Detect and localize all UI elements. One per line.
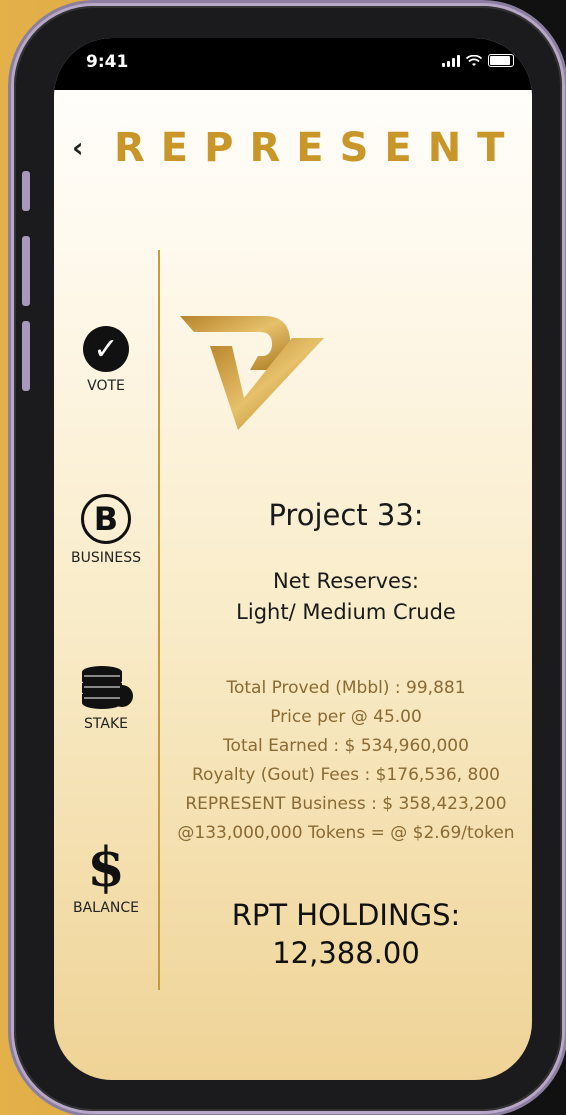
nav-label-business: BUSINESS [71,550,141,566]
coin-stack-icon [82,666,133,709]
nav-item-balance[interactable]: $ BALANCE [54,840,158,916]
check-circle-icon: ✓ [83,326,129,372]
holdings-label: RPT HOLDINGS: [231,898,461,932]
stat-total-proved: Total Proved (Mbbl) : 99,881 [226,678,466,698]
dollar-icon: $ [87,835,125,899]
reserves-label: Net Reserves: [273,569,419,593]
project-title: Project 33: [268,498,424,532]
nav-label-stake: STAKE [84,716,128,732]
b-circle-icon: B [81,494,131,544]
status-icons [442,54,514,67]
nav-label-vote: VOTE [87,378,125,394]
holdings-value: 12,388.00 [272,936,420,970]
stat-price-per: Price per @ 45.00 [270,707,422,727]
wifi-icon [466,54,482,66]
status-time: 9:41 [86,52,129,72]
rpt-holdings: RPT HOLDINGS: 12,388.00 [160,896,532,972]
app-screen: 9:41 ‹ REPRESENT ✓ VOTE B BUSINESS STAKE… [54,38,532,1080]
stat-royalty-fees: Royalty (Gout) Fees : $176,536, 800 [192,765,500,785]
status-bar: 9:41 [54,38,532,90]
nav-label-balance: BALANCE [73,900,139,916]
represent-logo-icon [180,316,324,430]
volume-down-button [22,321,30,391]
app-header: ‹ REPRESENT [54,123,532,173]
app-title: REPRESENT [114,125,521,171]
nav-item-vote[interactable]: ✓ VOTE [54,326,158,394]
nav-item-stake[interactable]: STAKE [54,666,158,732]
signal-icon [442,54,460,67]
volume-up-button [22,236,30,306]
project-stats: Total Proved (Mbbl) : 99,881 Price per @… [160,674,532,848]
notch [164,38,424,84]
stat-represent-business: REPRESENT Business : $ 358,423,200 [185,794,507,814]
stat-total-earned: Total Earned : $ 534,960,000 [223,736,469,756]
battery-icon [488,54,514,67]
nav-item-business[interactable]: B BUSINESS [54,494,158,566]
net-reserves: Net Reserves: Light/ Medium Crude [160,566,532,628]
mute-switch [22,171,30,211]
stat-tokens: @133,000,000 Tokens = @ $2.69/token [177,823,515,843]
back-button[interactable]: ‹ [72,131,84,164]
reserves-type: Light/ Medium Crude [236,600,456,624]
